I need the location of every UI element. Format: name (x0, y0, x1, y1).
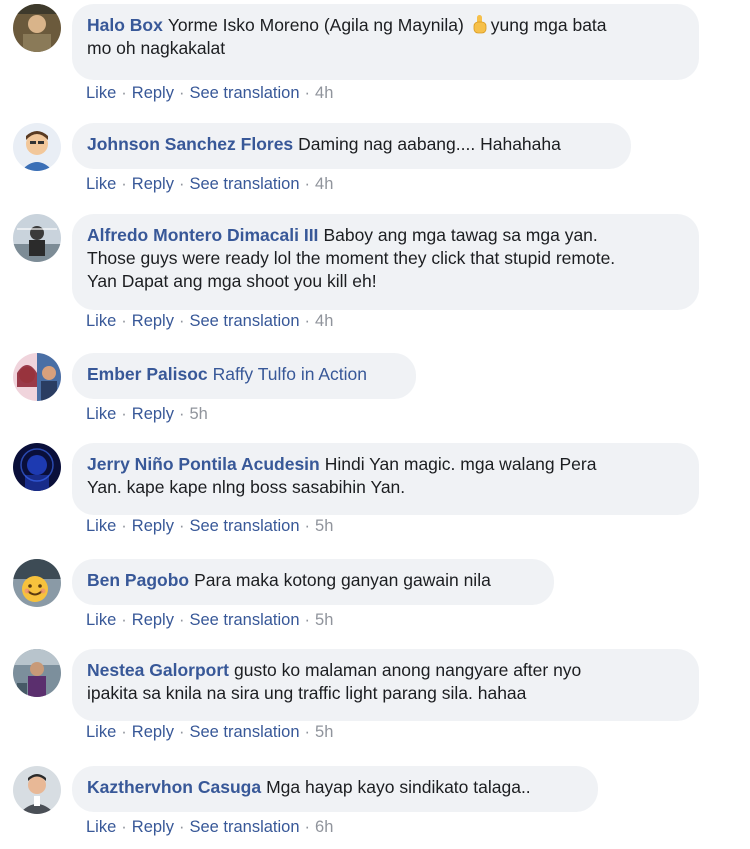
reply-link[interactable]: Reply (132, 611, 174, 629)
see-translation-link[interactable]: See translation (189, 723, 299, 741)
reply-link[interactable]: Reply (132, 517, 174, 535)
comment-timestamp[interactable]: 5h (315, 723, 333, 741)
comment-actions: Like · Reply · See translation · 6h (86, 818, 333, 837)
comment-text: Daming nag aabang.... Hahahaha (298, 134, 561, 154)
reply-link[interactable]: Reply (132, 723, 174, 741)
comment-bubble: Alfredo Montero Dimacali III Baboy ang mg… (72, 214, 699, 310)
comment-bubble: Ben Pagobo Para maka kotong ganyan gawain… (72, 559, 554, 605)
comment-actions: Like · Reply · See translation · 4h (86, 175, 333, 194)
comment-author[interactable]: Alfredo Montero Dimacali III (87, 225, 318, 245)
comment-bubble: Ember Palisoc Raffy Tulfo in Action (72, 353, 416, 399)
separator: · (304, 517, 311, 535)
comment-text: Mga hayap kayo sindikato talaga.. (266, 777, 531, 797)
like-link[interactable]: Like (86, 405, 116, 423)
comment-text: Para maka kotong ganyan gawain nila (194, 570, 491, 590)
avatar[interactable] (13, 649, 61, 697)
see-translation-link[interactable]: See translation (189, 517, 299, 535)
separator: · (178, 611, 185, 629)
separator: · (121, 723, 127, 741)
comment-timestamp[interactable]: 5h (189, 405, 207, 423)
comment-timestamp[interactable]: 4h (315, 175, 333, 193)
comment-actions: Like · Reply · See translation · 5h (86, 723, 333, 742)
comment-text: Yorme Isko Moreno (Agila ng Maynila) (167, 15, 464, 35)
separator: · (121, 517, 127, 535)
see-translation-link[interactable]: See translation (189, 175, 299, 193)
comment-bubble: Nestea Galorport gusto ko malaman anong n… (72, 649, 699, 721)
separator: · (121, 175, 127, 193)
like-link[interactable]: Like (86, 818, 116, 836)
comment-author[interactable]: Jerry Niño Pontila Acudesin (87, 454, 320, 474)
comment-author[interactable]: Halo Box (87, 15, 163, 35)
avatar[interactable] (13, 766, 61, 814)
comment-bubble: Johnson Sanchez Flores Daming nag aabang.… (72, 123, 631, 169)
separator: · (121, 312, 127, 330)
avatar[interactable] (13, 353, 61, 401)
see-translation-link[interactable]: See translation (189, 312, 299, 330)
comment-timestamp[interactable]: 5h (315, 611, 333, 629)
comment-author[interactable]: Kazthervhon Casuga (87, 777, 261, 797)
see-translation-link[interactable]: See translation (189, 818, 299, 836)
like-link[interactable]: Like (86, 312, 116, 330)
reply-link[interactable]: Reply (132, 175, 174, 193)
comment-timestamp[interactable]: 4h (315, 312, 333, 330)
like-link[interactable]: Like (86, 611, 116, 629)
comment-actions: Like · Reply · See translation · 4h (86, 84, 333, 103)
reply-link[interactable]: Reply (132, 312, 174, 330)
like-link[interactable]: Like (86, 723, 116, 741)
reply-link[interactable]: Reply (132, 84, 174, 102)
comment-bubble: Kazthervhon Casuga Mga hayap kayo sindika… (72, 766, 598, 812)
comment-bubble: Jerry Niño Pontila Acudesin Hindi Yan mag… (72, 443, 699, 515)
comment-timestamp[interactable]: 6h (315, 818, 333, 836)
comment-author[interactable]: Nestea Galorport (87, 660, 229, 680)
separator: · (121, 818, 127, 836)
comment-actions: Like · Reply · 5h (86, 405, 208, 424)
reply-link[interactable]: Reply (132, 818, 174, 836)
see-translation-link[interactable]: See translation (189, 84, 299, 102)
separator: · (304, 723, 311, 741)
separator: · (121, 611, 127, 629)
reply-link[interactable]: Reply (132, 405, 174, 423)
see-translation-link[interactable]: See translation (189, 611, 299, 629)
mentioned-page-link[interactable]: Raffy Tulfo in Action (213, 364, 367, 384)
separator: · (121, 405, 127, 423)
separator: · (178, 517, 185, 535)
avatar[interactable] (13, 214, 61, 262)
separator: · (121, 84, 127, 102)
like-link[interactable]: Like (86, 175, 116, 193)
comment-author[interactable]: Johnson Sanchez Flores (87, 134, 293, 154)
separator: · (304, 84, 311, 102)
separator: · (178, 818, 185, 836)
avatar[interactable] (13, 559, 61, 607)
comment-timestamp[interactable]: 4h (315, 84, 333, 102)
separator: · (304, 611, 311, 629)
avatar[interactable] (13, 4, 61, 52)
avatar[interactable] (13, 123, 61, 171)
pointing-up-emoji (473, 15, 487, 34)
separator: · (178, 84, 185, 102)
separator: · (304, 818, 311, 836)
avatar[interactable] (13, 443, 61, 491)
separator: · (178, 312, 185, 330)
comment-actions: Like · Reply · See translation · 5h (86, 517, 333, 536)
comment-actions: Like · Reply · See translation · 4h (86, 312, 333, 331)
comment-author[interactable]: Ember Palisoc (87, 364, 208, 384)
separator: · (304, 175, 311, 193)
separator: · (178, 175, 185, 193)
comment-bubble: Halo Box Yorme Isko Moreno (Agila ng Mayn… (72, 4, 699, 80)
like-link[interactable]: Like (86, 517, 116, 535)
separator: · (304, 312, 311, 330)
separator: · (178, 405, 185, 423)
separator: · (178, 723, 185, 741)
comment-author[interactable]: Ben Pagobo (87, 570, 189, 590)
like-link[interactable]: Like (86, 84, 116, 102)
comment-actions: Like · Reply · See translation · 5h (86, 611, 333, 630)
comment-timestamp[interactable]: 5h (315, 517, 333, 535)
